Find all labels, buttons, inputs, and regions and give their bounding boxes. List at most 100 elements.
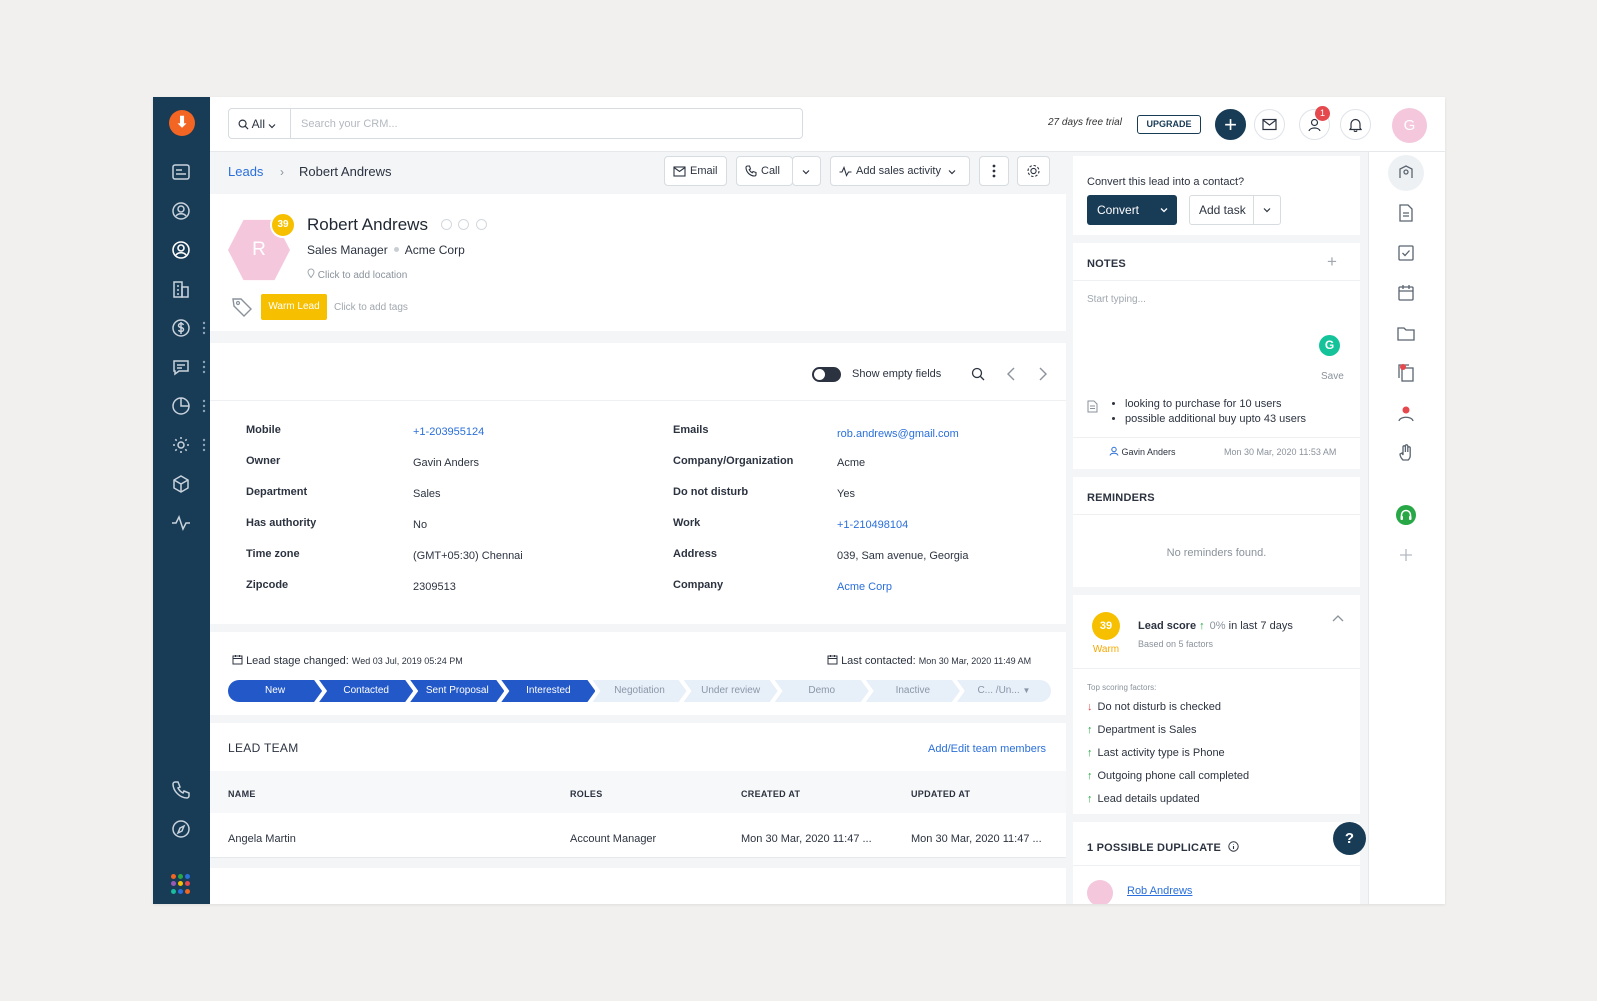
calendar-icon — [232, 655, 243, 665]
previous-chevron-icon[interactable] — [1006, 366, 1016, 382]
search-input[interactable] — [291, 109, 801, 138]
dashboard-icon[interactable] — [169, 160, 193, 184]
compass-icon[interactable] — [169, 817, 193, 841]
next-chevron-icon[interactable] — [1038, 366, 1048, 382]
settings-gear-icon[interactable] — [169, 433, 193, 457]
products-box-icon[interactable] — [169, 472, 193, 496]
support-headset-icon[interactable] — [1395, 504, 1417, 526]
stage-negotiation[interactable]: Negotiation — [592, 680, 686, 702]
contacts-icon[interactable] — [169, 199, 193, 223]
stage-contacted[interactable]: Contacted — [319, 680, 413, 702]
email-button[interactable]: Email — [664, 156, 727, 186]
add-note-icon[interactable]: + — [1327, 252, 1337, 272]
settings-more-icon[interactable] — [202, 438, 206, 452]
mail-button[interactable] — [1254, 109, 1285, 140]
deals-icon[interactable] — [169, 316, 193, 340]
stage-inactive[interactable]: Inactive — [866, 680, 960, 702]
work-phone-link[interactable]: +1-210498104 — [837, 519, 908, 531]
sidebar: ⬇ — [153, 97, 210, 904]
contact-person-icon[interactable] — [1395, 402, 1417, 424]
stage-sent-proposal[interactable]: Sent Proposal — [410, 680, 504, 702]
divider — [1073, 280, 1360, 281]
field-label: Time zone — [246, 548, 300, 560]
warm-lead-tag[interactable]: Warm Lead — [261, 294, 327, 320]
lead-stage-card: Lead stage changed: Wed 03 Jul, 2019 05:… — [210, 632, 1066, 715]
top-bar: All 27 days free trial UPGRADE + 1 G — [210, 97, 1445, 152]
quick-add-button[interactable]: + — [1215, 109, 1246, 140]
conversations-more-icon[interactable] — [202, 360, 206, 374]
activity-pulse-icon — [839, 165, 852, 177]
lead-settings-button[interactable] — [1017, 156, 1050, 186]
chevron-down-icon — [802, 170, 810, 175]
note-input[interactable]: Start typing... — [1087, 294, 1146, 305]
breadcrumb-leads-link[interactable]: Leads — [228, 164, 263, 179]
divider — [1073, 865, 1360, 866]
save-note-button[interactable]: Save — [1321, 371, 1344, 382]
deals-more-icon[interactable] — [202, 321, 206, 335]
notifications-button[interactable] — [1340, 109, 1371, 140]
stage-under-review[interactable]: Under review — [684, 680, 778, 702]
leads-icon[interactable] — [169, 238, 193, 262]
reports-more-icon[interactable] — [202, 399, 206, 413]
company-link[interactable]: Acme Corp — [837, 581, 892, 593]
rating-star-icon[interactable] — [441, 219, 452, 230]
factor-text: Outgoing phone call completed — [1097, 770, 1250, 782]
more-actions-button[interactable] — [979, 156, 1009, 186]
help-button[interactable]: ? — [1333, 822, 1366, 855]
upgrade-button[interactable]: UPGRADE — [1137, 115, 1201, 134]
lead-score-value: 39 — [1092, 612, 1120, 640]
integration-hand-icon[interactable] — [1395, 442, 1417, 464]
user-avatar[interactable]: G — [1392, 108, 1427, 143]
factor-text: Last activity type is Phone — [1097, 747, 1225, 759]
reports-icon[interactable] — [169, 394, 193, 418]
lead-job-title: Sales Manager — [307, 243, 388, 257]
team-member-created: Mon 30 Mar, 2020 11:47 ... — [741, 833, 872, 845]
field-value: No — [413, 519, 428, 531]
brand-logo-icon[interactable]: ⬇ — [169, 110, 195, 136]
info-icon[interactable] — [1228, 841, 1239, 852]
notes-card: NOTES + Start typing... G Save looking t… — [1073, 243, 1360, 469]
conversations-icon[interactable] — [169, 355, 193, 379]
add-tags-link[interactable]: Click to add tags — [334, 302, 408, 313]
email-link[interactable]: rob.andrews@gmail.com — [837, 428, 959, 440]
add-sales-activity-button[interactable]: Add sales activity — [830, 156, 970, 186]
add-app-plus-icon[interactable] — [1395, 544, 1417, 566]
last-contacted-label: Last contacted: — [841, 655, 916, 667]
stage-demo[interactable]: Demo — [775, 680, 869, 702]
add-location-link[interactable]: Click to add location — [307, 268, 407, 281]
tasks-checkbox-icon[interactable] — [1395, 242, 1417, 264]
lead-score-badge[interactable]: 39 — [270, 212, 296, 238]
files-icon[interactable] — [1395, 362, 1417, 384]
convert-button[interactable]: Convert — [1087, 195, 1177, 225]
lead-stage-pipeline: New Contacted Sent Proposal Interested N… — [228, 680, 1051, 702]
field-label: Zipcode — [246, 579, 289, 591]
chevron-down-icon — [1263, 208, 1271, 213]
activity-pulse-icon[interactable] — [169, 511, 193, 535]
search-icon[interactable] — [971, 367, 985, 381]
arrow-up-icon: ↑ — [1087, 724, 1093, 736]
show-empty-fields-toggle[interactable] — [812, 367, 841, 382]
add-edit-team-link[interactable]: Add/Edit team members — [928, 743, 1046, 755]
rating-star-icon[interactable] — [458, 219, 469, 230]
call-button[interactable]: Call — [736, 156, 793, 186]
stage-closed-dropdown[interactable]: C... /Un... ▼ — [956, 680, 1051, 702]
folder-icon[interactable] — [1395, 322, 1417, 344]
duplicate-name-link[interactable]: Rob Andrews — [1127, 885, 1192, 897]
accounts-icon[interactable] — [169, 277, 193, 301]
call-options-dropdown[interactable] — [792, 156, 821, 186]
calendar-icon[interactable] — [1395, 282, 1417, 304]
grammarly-icon[interactable]: G — [1319, 335, 1340, 356]
search-scope-dropdown[interactable]: All — [229, 109, 291, 138]
lead-detail: Leads › Robert Andrews Email Call Add sa… — [210, 152, 1066, 904]
separator-dot — [393, 247, 399, 252]
mobile-link[interactable]: +1-203955124 — [413, 426, 484, 438]
stage-interested[interactable]: Interested — [501, 680, 595, 702]
add-task-button[interactable]: Add task — [1189, 195, 1281, 225]
collapse-chevron-icon[interactable] — [1332, 614, 1344, 622]
apps-grid-icon[interactable] — [171, 874, 191, 894]
phone-icon[interactable] — [169, 778, 193, 802]
document-icon[interactable] — [1395, 202, 1417, 224]
rating-star-icon[interactable] — [476, 219, 487, 230]
stage-new[interactable]: New — [228, 680, 322, 702]
lead-profile-icon[interactable] — [1395, 162, 1417, 184]
